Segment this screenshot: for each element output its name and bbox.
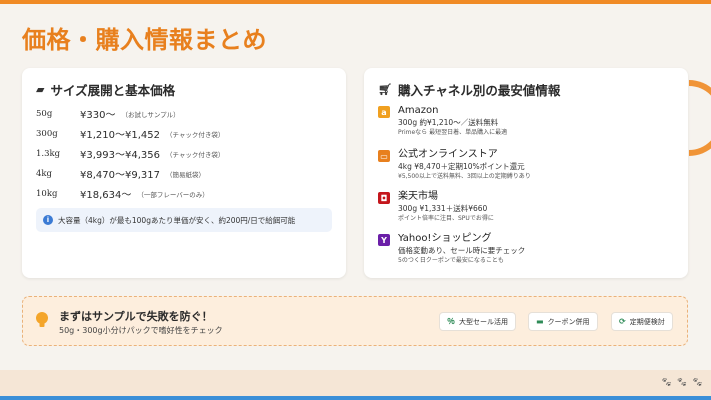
percent-icon: ％ xyxy=(447,317,455,326)
store-icon: ▭ xyxy=(378,150,390,162)
chip-big-sale[interactable]: ％ 大型セール活用 xyxy=(439,312,516,331)
channel-official-store[interactable]: ▭ 公式オンラインストア 4kg ¥8,470＋定期10%ポイント還元 ¥5,5… xyxy=(378,148,531,181)
chip-coupon[interactable]: ▬ クーポン併用 xyxy=(528,312,598,331)
chip-label: 大型セール活用 xyxy=(459,317,508,326)
channel-note: 5のつく日クーポンで最安になることも xyxy=(398,257,504,264)
refresh-icon: ⟳ xyxy=(619,317,626,326)
rakuten-icon: ◘ xyxy=(378,192,390,204)
size-price-card-title: ▰ サイズ展開と基本価格 xyxy=(36,80,175,99)
paw-icon: 🐾︎ xyxy=(660,378,673,388)
purchase-channel-card-title: 🛒︎ 購入チャネル別の最安値情報 xyxy=(378,80,560,99)
decorative-arc xyxy=(689,80,711,156)
size-label: 10kg xyxy=(36,188,58,199)
chip-label: クーポン併用 xyxy=(547,317,590,326)
channel-note: ポイント倍率に注目、SPUでお得に xyxy=(398,215,494,222)
channel-price: 4kg ¥8,470＋定期10%ポイント還元 xyxy=(398,162,525,171)
size-label: 4kg xyxy=(36,168,52,179)
size-label: 50g xyxy=(36,108,53,119)
cart-icon: 🛒︎ xyxy=(378,83,392,96)
size-price: ¥1,210〜¥1,452 xyxy=(80,130,160,141)
size-row: 10kg ¥18,634〜 （一部フレーバーのみ） xyxy=(36,186,209,202)
size-price: ¥3,993〜¥4,356 xyxy=(80,150,160,161)
tip-subtitle: 50g・300g小分けパックで嗜好性をチェック xyxy=(59,326,223,335)
size-note: （チャック付き袋） xyxy=(165,150,225,159)
size-row: 50g ¥330〜 （お試しサンプル） xyxy=(36,106,180,122)
top-accent-bar xyxy=(0,0,711,4)
paw-decoration: 🐾︎ 🐾︎ 🐾︎ xyxy=(661,378,703,388)
channel-note: Primeなら 最短翌日着、単品購入に最適 xyxy=(398,129,508,136)
size-price-card: ▰ サイズ展開と基本価格 50g ¥330〜 （お試しサンプル） 300g ¥1… xyxy=(22,68,346,278)
size-row: 300g ¥1,210〜¥1,452 （チャック付き袋） xyxy=(36,126,225,142)
size-label: 1.3kg xyxy=(36,148,61,159)
tip-title: まずはサンプルで失敗を防ぐ！ xyxy=(59,310,213,323)
size-label: 300g xyxy=(36,128,58,139)
chip-subscription[interactable]: ⟳ 定期便検討 xyxy=(611,312,673,331)
info-callout: i 大容量（4kg）が最も100gあたり単価が安く、約200円/日で給餌可能 xyxy=(36,208,332,232)
size-note: （お試しサンプル） xyxy=(121,110,180,119)
paw-icon: 🐾︎ xyxy=(691,378,703,388)
size-row: 4kg ¥8,470〜¥9,317 （簡易紙袋） xyxy=(36,166,205,182)
box-icon: ▰ xyxy=(36,83,45,96)
channel-price: 価格変動あり、セール時に要チェック xyxy=(398,246,526,255)
bottom-accent-line xyxy=(0,396,711,400)
channel-price: 300g ¥1,331＋送料¥660 xyxy=(398,204,488,213)
channel-yahoo[interactable]: Y Yahoo!ショッピング 価格変動あり、セール時に要チェック 5のつく日クー… xyxy=(378,232,525,265)
size-price: ¥18,634〜 xyxy=(80,190,132,201)
yahoo-icon: Y xyxy=(378,234,390,246)
amazon-icon: a xyxy=(378,106,390,118)
channel-amazon[interactable]: a Amazon 300g 約¥1,210〜／送料無料 Primeなら 最短翌日… xyxy=(378,104,507,137)
page-title: 価格・購入情報まとめ xyxy=(22,26,267,54)
size-price: ¥330〜 xyxy=(80,110,116,121)
size-note: （チャック付き袋） xyxy=(165,130,225,139)
info-text: 大容量（4kg）が最も100gあたり単価が安く、約200円/日で給餌可能 xyxy=(58,215,296,225)
purchase-channel-card: 🛒︎ 購入チャネル別の最安値情報 a Amazon 300g 約¥1,210〜／… xyxy=(364,68,688,278)
lightbulb-icon xyxy=(36,312,48,327)
channel-name: 楽天市場 xyxy=(398,191,438,202)
info-icon: i xyxy=(43,215,53,225)
coupon-icon: ▬ xyxy=(536,317,544,326)
channel-note: ¥5,500以上で送料無料、3回以上の定期縛りあり xyxy=(398,173,531,180)
size-price: ¥8,470〜¥9,317 xyxy=(80,170,160,181)
size-price-card-title-text: サイズ展開と基本価格 xyxy=(50,83,176,98)
purchase-channel-card-title-text: 購入チャネル別の最安値情報 xyxy=(397,83,561,98)
channel-rakuten[interactable]: ◘ 楽天市場 300g ¥1,331＋送料¥660 ポイント倍率に注目、SPUで… xyxy=(378,190,494,223)
channel-name: Amazon xyxy=(398,105,439,116)
chip-label: 定期便検討 xyxy=(629,317,665,326)
size-note: （簡易紙袋） xyxy=(165,170,205,179)
size-note: （一部フレーバーのみ） xyxy=(137,190,209,199)
channel-name: Yahoo!ショッピング xyxy=(398,233,492,244)
sample-tip-banner: まずはサンプルで失敗を防ぐ！ 50g・300g小分けパックで嗜好性をチェック ％… xyxy=(22,296,688,346)
paw-icon: 🐾︎ xyxy=(676,378,688,388)
size-row: 1.3kg ¥3,993〜¥4,356 （チャック付き袋） xyxy=(36,146,225,162)
channel-name: 公式オンラインストア xyxy=(398,149,498,160)
channel-price: 300g 約¥1,210〜／送料無料 xyxy=(398,118,499,127)
